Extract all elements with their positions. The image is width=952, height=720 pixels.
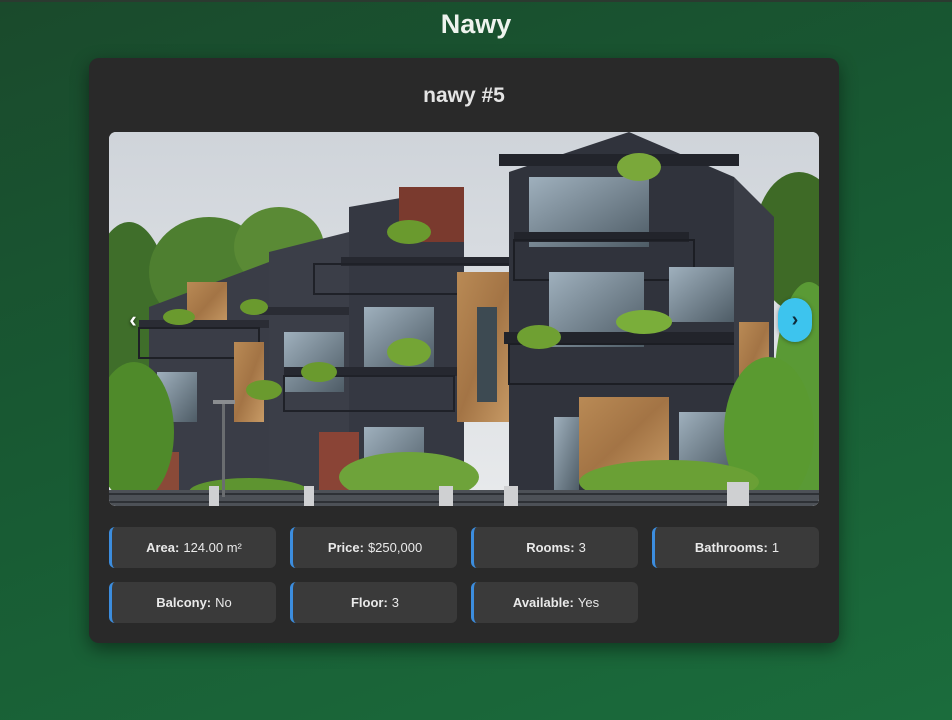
spec-label: Bathrooms: [694,540,768,555]
spec-label: Rooms: [526,540,575,555]
listing-title: nawy #5 [423,84,505,107]
spec-bathrooms: Bathrooms: 1 [652,527,819,568]
spec-label: Floor: [350,595,388,610]
spec-area: Area: 124.00 m² [109,527,276,568]
property-specs: Area: 124.00 m² Price: $250,000 Rooms: 3… [109,527,819,623]
spec-value: 3 [391,595,400,610]
spec-price: Price: $250,000 [290,527,457,568]
spec-value: Yes [577,595,600,610]
spec-value: 3 [578,540,586,555]
carousel-prev-button[interactable]: ‹ [119,302,147,338]
spec-value: 1 [771,540,780,555]
spec-label: Balcony: [156,595,212,610]
spec-label: Available: [512,595,574,610]
spec-label: Price: [327,540,364,555]
spec-balcony: Balcony: No [109,582,276,623]
spec-value: No [215,595,232,610]
listing-card: nawy #5 ‹ › Area: 124.00 m² Price: $250,… [89,58,839,643]
top-divider [0,0,952,2]
spec-value: $250,000 [367,540,423,555]
spec-available: Available: Yes [471,582,638,623]
chevron-left-icon: ‹ [129,307,137,332]
image-carousel: ‹ › [109,132,819,506]
spec-label: Area: [146,540,180,555]
carousel-next-button[interactable]: › [778,298,812,342]
site-title: Nawy [440,9,512,39]
spec-floor: Floor: 3 [290,582,457,623]
chevron-right-icon: › [791,308,799,331]
spec-value: 124.00 m² [183,540,242,555]
spec-rooms: Rooms: 3 [471,527,638,568]
property-photo [109,132,819,506]
